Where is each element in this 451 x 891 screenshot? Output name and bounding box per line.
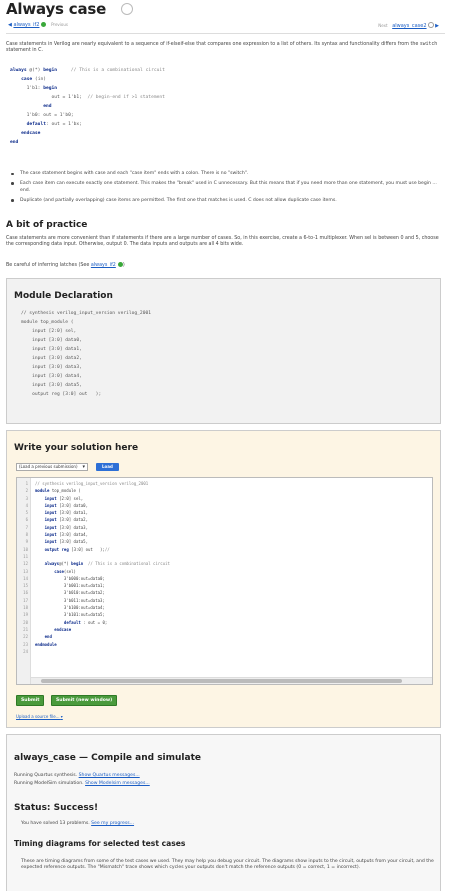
show-modelsim-link[interactable]: Show Modelsim messages... bbox=[85, 781, 150, 786]
solution-code[interactable]: // synthesis verilog_input_version veril… bbox=[35, 480, 170, 648]
module-declaration-code-block: // synthesis verilog_input_version veril… bbox=[21, 309, 151, 399]
previous-label: Previous bbox=[51, 22, 68, 27]
always-if2-link[interactable]: always_if2 bbox=[91, 263, 116, 268]
list-item: The case statement begins with case and … bbox=[6, 170, 444, 178]
line-numbers: 1 2 3 4 5 6 7 8 9 10 11 12 13 14 15 16 1… bbox=[23, 481, 28, 654]
line-number-gutter: 1 2 3 4 5 6 7 8 9 10 11 12 13 14 15 16 1… bbox=[17, 478, 31, 684]
inline-code: switch bbox=[419, 42, 438, 47]
upload-source-link[interactable]: Upload a source file... ▾ bbox=[16, 714, 63, 719]
submit-new-window-button[interactable]: Submit (new window) bbox=[51, 695, 118, 706]
load-button[interactable]: Load bbox=[96, 463, 119, 471]
list-item: Each case item can execute exactly one s… bbox=[6, 180, 444, 195]
horizontal-scrollbar[interactable] bbox=[31, 677, 432, 684]
page-title: Always case bbox=[6, 0, 107, 18]
chevron-down-icon: ▾ bbox=[60, 714, 63, 719]
quartus-line: Running Quartus synthesis. Show Quartus … bbox=[14, 773, 140, 778]
show-quartus-link[interactable]: Show Quartus messages... bbox=[79, 773, 140, 778]
timing-paragraph: These are timing diagrams from some of t… bbox=[21, 859, 434, 870]
module-declaration-title: Module Declaration bbox=[14, 291, 113, 301]
progress-link[interactable]: See my progress... bbox=[91, 821, 134, 826]
bullet-list: The case statement begins with case and … bbox=[6, 170, 444, 206]
practice-heading: A bit of practice bbox=[6, 220, 88, 230]
next-problem-link[interactable]: always_case2 bbox=[392, 23, 426, 29]
module-declaration-code: // synthesis verilog_input_version veril… bbox=[21, 311, 151, 397]
load-submission-select[interactable]: (Load a previous submission) bbox=[16, 463, 88, 471]
arrow-right-icon: ▶ bbox=[435, 23, 439, 29]
list-item: Duplicate (and partially overlapping) ca… bbox=[6, 197, 444, 205]
solution-panel: Write your solution here (Load a previou… bbox=[6, 430, 441, 728]
unsolved-circle-icon bbox=[427, 22, 434, 28]
arrow-left-icon: ◀ bbox=[8, 22, 12, 28]
example-code-block: always @(*) begin // This is a combinati… bbox=[10, 66, 440, 147]
status-heading: Status: Success! bbox=[14, 803, 99, 813]
next-nav[interactable]: Next always_case2 ▶ bbox=[375, 22, 439, 29]
results-title: always_case — Compile and simulate bbox=[14, 753, 201, 763]
solution-title: Write your solution here bbox=[14, 443, 139, 453]
practice-paragraph: Case statements are more convenient than… bbox=[6, 236, 439, 247]
previous-nav[interactable]: ◀ always_if2 Previous bbox=[8, 22, 71, 28]
module-declaration-panel: Module Declaration // synthesis verilog_… bbox=[6, 278, 441, 424]
latch-warning: Be careful of inferring latches (See alw… bbox=[6, 262, 125, 268]
completion-circle-icon bbox=[121, 3, 133, 15]
submit-button[interactable]: Submit bbox=[16, 695, 45, 706]
example-code: always @(*) begin // This is a combinati… bbox=[10, 68, 165, 145]
timing-heading: Timing diagrams for selected test cases bbox=[14, 839, 186, 848]
solved-check-icon bbox=[41, 22, 47, 27]
modelsim-line: Running ModelSim simulation. Show Models… bbox=[14, 781, 150, 786]
intro-paragraph: Case statements in Verilog are nearly eq… bbox=[6, 42, 438, 53]
results-panel: always_case — Compile and simulate Runni… bbox=[6, 734, 441, 891]
next-label: Next bbox=[378, 23, 388, 28]
code-editor[interactable]: 1 2 3 4 5 6 7 8 9 10 11 12 13 14 15 16 1… bbox=[16, 477, 433, 685]
divider bbox=[6, 33, 445, 34]
scrollbar-thumb[interactable] bbox=[41, 679, 402, 683]
prev-problem-link[interactable]: always_if2 bbox=[13, 22, 39, 28]
solved-count: You have solved 13 problems. See my prog… bbox=[21, 821, 135, 826]
